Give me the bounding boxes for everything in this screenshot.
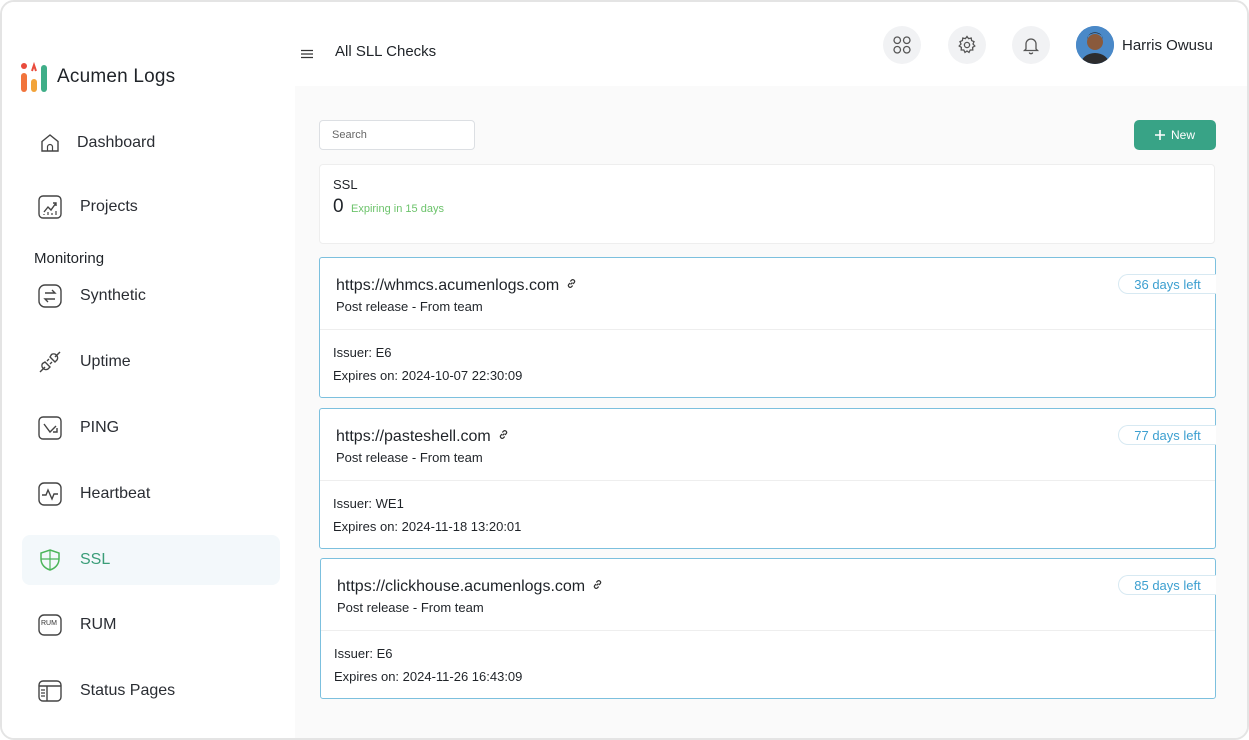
chart-icon	[37, 194, 63, 220]
pulse-icon	[37, 481, 63, 507]
menu-icon[interactable]	[301, 46, 313, 59]
search-input[interactable]	[319, 120, 475, 150]
check-subtitle: Post release - From team	[336, 299, 483, 314]
ssl-check-card[interactable]: https://whmcs.acumenlogs.com Post releas…	[319, 257, 1216, 398]
check-url-row[interactable]: https://clickhouse.acumenlogs.com	[337, 577, 603, 596]
main-content: New SSL 0 Expiring in 15 days https://wh…	[295, 86, 1247, 738]
sidebar-item-projects[interactable]: Projects	[22, 182, 280, 232]
notifications-button[interactable]	[1012, 26, 1050, 64]
apps-grid-button[interactable]	[883, 26, 921, 64]
new-button-label: New	[1170, 128, 1195, 142]
check-url[interactable]: https://clickhouse.acumenlogs.com	[337, 578, 585, 595]
gear-icon	[958, 35, 976, 54]
check-url[interactable]: https://pasteshell.com	[336, 428, 491, 445]
sidebar-item-label: Status Pages	[80, 682, 176, 699]
sidebar-item-dashboard[interactable]: Dashboard	[22, 118, 280, 168]
summary-label: SSL	[333, 177, 358, 192]
sidebar-item-ssl[interactable]: SSL	[22, 535, 280, 585]
check-issuer: Issuer: WE1	[333, 496, 404, 511]
avatar[interactable]	[1076, 26, 1114, 64]
link-icon[interactable]	[498, 427, 509, 445]
check-expires: Expires on: 2024-11-26 16:43:09	[334, 669, 523, 684]
sidebar-item-status-pages[interactable]: Status Pages	[22, 666, 280, 716]
days-left-badge: 85 days left	[1118, 575, 1216, 595]
new-check-button[interactable]: New	[1134, 120, 1216, 150]
check-issuer: Issuer: E6	[333, 345, 392, 360]
sidebar-item-rum[interactable]: RUM RUM	[22, 600, 280, 650]
rum-icon-text: RUM	[41, 620, 57, 627]
sidebar-item-label: Heartbeat	[80, 485, 151, 502]
app-window: Acumen Logs Dashboard Projects Monitorin…	[0, 0, 1249, 740]
sidebar-item-heartbeat[interactable]: Heartbeat	[22, 469, 280, 519]
plus-icon	[1154, 130, 1165, 140]
check-url[interactable]: https://whmcs.acumenlogs.com	[336, 277, 559, 294]
link-icon[interactable]	[566, 276, 577, 294]
brand-name: Acumen Logs	[57, 66, 176, 87]
sidebar-item-label: Uptime	[80, 353, 131, 370]
apps-grid-icon	[893, 36, 911, 54]
card-divider	[320, 329, 1215, 330]
card-divider	[321, 630, 1215, 631]
swap-icon	[37, 283, 63, 309]
ping-icon	[37, 415, 63, 441]
card-divider	[320, 480, 1215, 481]
check-subtitle: Post release - From team	[337, 600, 484, 615]
bell-icon	[1022, 38, 1040, 55]
user-name: Harris Owusu	[1122, 37, 1213, 54]
check-expires: Expires on: 2024-10-07 22:30:09	[333, 368, 523, 383]
days-left-badge: 77 days left	[1118, 425, 1216, 445]
summary-count: 0	[333, 196, 344, 217]
check-issuer: Issuer: E6	[334, 646, 393, 661]
ssl-summary-card: SSL 0 Expiring in 15 days	[319, 164, 1215, 244]
sidebar-item-label: Synthetic	[80, 287, 146, 304]
sidebar-item-synthetic[interactable]: Synthetic	[22, 271, 280, 321]
shield-icon	[37, 547, 63, 573]
home-icon	[37, 130, 63, 156]
summary-expiring-text: Expiring in 15 days	[351, 203, 444, 215]
plug-icon	[37, 349, 63, 375]
link-icon[interactable]	[592, 577, 603, 595]
sidebar: Acumen Logs Dashboard Projects Monitorin…	[2, 2, 295, 738]
page-title: All SLL Checks	[335, 43, 437, 60]
ssl-check-card[interactable]: https://clickhouse.acumenlogs.com Post r…	[320, 558, 1216, 699]
check-url-row[interactable]: https://pasteshell.com	[336, 427, 509, 446]
sidebar-item-label: RUM	[80, 616, 117, 633]
top-header: All SLL Checks Harris Owusu	[295, 2, 1247, 86]
sidebar-item-ping[interactable]: PING	[22, 403, 280, 453]
sidebar-item-label: SSL	[80, 551, 111, 568]
section-monitoring: Monitoring	[34, 250, 105, 267]
settings-button[interactable]	[948, 26, 986, 64]
sidebar-item-label: PING	[80, 419, 120, 436]
sidebar-item-label: Projects	[80, 198, 138, 215]
rum-icon: RUM	[37, 612, 63, 638]
check-expires: Expires on: 2024-11-18 13:20:01	[333, 519, 522, 534]
sidebar-item-uptime[interactable]: Uptime	[22, 337, 280, 387]
status-page-icon	[37, 678, 63, 704]
days-left-badge: 36 days left	[1118, 274, 1216, 294]
check-url-row[interactable]: https://whmcs.acumenlogs.com	[336, 276, 577, 295]
logo-icon	[21, 61, 47, 92]
ssl-check-card[interactable]: https://pasteshell.com Post release - Fr…	[319, 408, 1216, 549]
check-subtitle: Post release - From team	[336, 450, 483, 465]
sidebar-item-label: Dashboard	[77, 134, 156, 151]
brand[interactable]: Acumen Logs	[20, 61, 175, 93]
